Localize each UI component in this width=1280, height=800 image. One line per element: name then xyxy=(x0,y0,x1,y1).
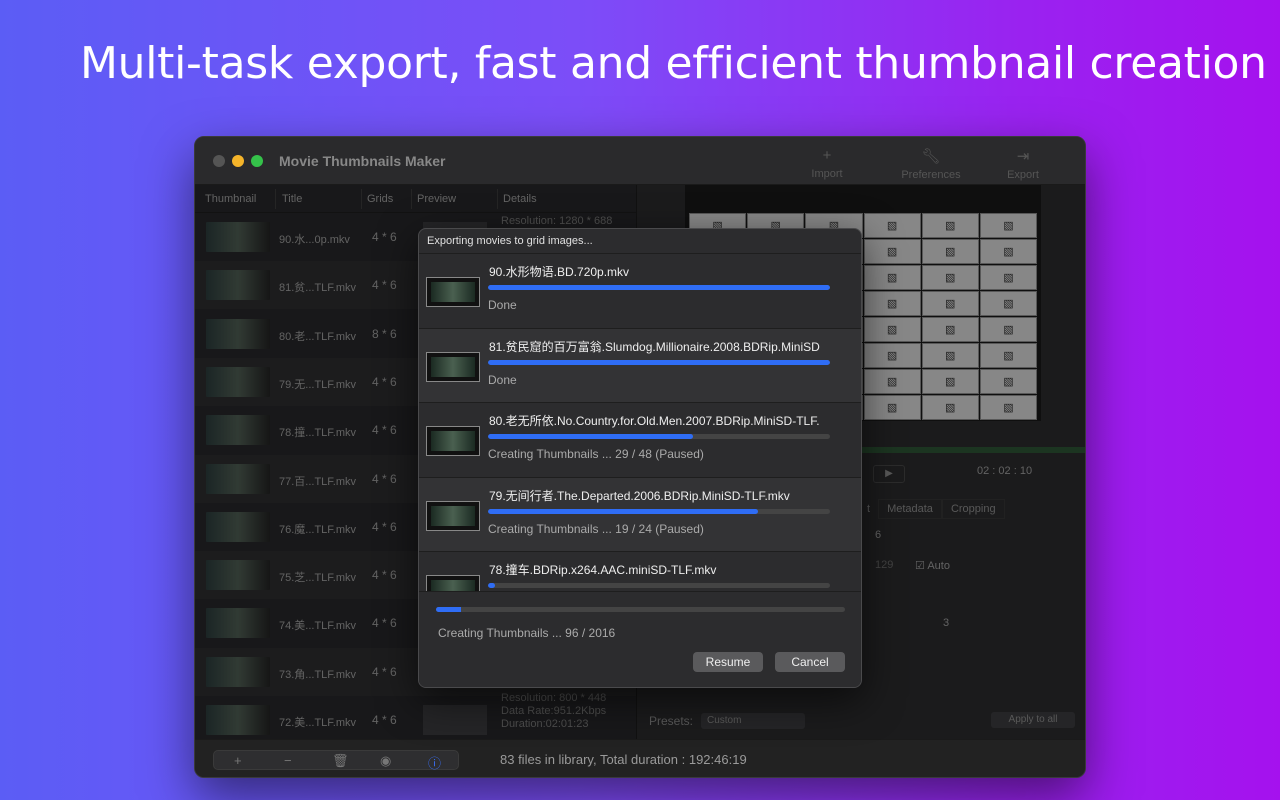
export-item: 90.水形物语.BD.720p.mkv Done xyxy=(419,253,861,327)
search-icon[interactable]: ◉ xyxy=(380,753,391,769)
item-name: 81.贫民窟的百万富翁.Slumdog.Millionaire.2008.BDR… xyxy=(489,339,820,354)
item-status: Creating Thumbnails ... 19 / 24 (Paused) xyxy=(488,521,704,536)
preferences-label: Preferences xyxy=(901,169,961,181)
item-thumbnail xyxy=(426,277,480,307)
item-name: 79.无间行者.The.Departed.2006.BDRip.MiniSD-T… xyxy=(489,488,790,503)
close-button[interactable] xyxy=(213,155,225,167)
import-label: Import xyxy=(811,168,843,180)
title-bar: Movie Thumbnails Maker + Import 🔧︎ Prefere… xyxy=(195,137,1085,185)
item-thumbnail xyxy=(426,351,480,382)
add-icon[interactable]: + xyxy=(234,753,242,768)
item-name: 80.老无所依.No.Country.for.Old.Men.2007.BDRi… xyxy=(489,414,820,428)
zoom-button[interactable] xyxy=(251,155,263,167)
overall-status: Creating Thumbnails ... 96 / 2016 xyxy=(438,626,616,640)
headline: Multi-task export, fast and efficient th… xyxy=(80,38,1267,89)
resume-button[interactable]: Resume xyxy=(693,652,763,672)
export-button[interactable]: ⇥ Export xyxy=(1001,147,1045,181)
item-progress-bar xyxy=(488,285,830,290)
item-status: Creating Thumbnails ... 29 / 48 (Paused) xyxy=(488,447,704,461)
window-title: Movie Thumbnails Maker xyxy=(279,153,446,169)
item-name: 78.撞车.BDRip.x264.AAC.miniSD-TLF.mkv xyxy=(489,563,717,577)
import-button[interactable]: + Import xyxy=(805,147,849,180)
export-icon: ⇥ xyxy=(1016,148,1030,165)
cancel-button[interactable]: Cancel xyxy=(775,652,845,672)
export-dialog: Exporting movies to grid images... 90.水形… xyxy=(418,228,862,688)
library-actions: + − 🗑︎ ◉ ⓘ xyxy=(213,750,459,772)
wrench-icon: 🔧︎ xyxy=(921,148,941,165)
remove-icon[interactable]: − xyxy=(284,753,292,768)
item-status: Done xyxy=(488,298,517,312)
item-progress-bar xyxy=(488,434,830,439)
info-icon[interactable]: ⓘ xyxy=(428,753,441,772)
export-label: Export xyxy=(1007,169,1039,181)
export-item: 79.无间行者.The.Departed.2006.BDRip.MiniSD-T… xyxy=(419,476,861,551)
item-progress-bar xyxy=(488,359,830,365)
overall-progress-bar xyxy=(436,607,845,612)
status-text: 83 files in library, Total duration : 19… xyxy=(500,752,747,767)
export-item: 81.贫民窟的百万富翁.Slumdog.Millionaire.2008.BDR… xyxy=(419,327,861,402)
minimize-button[interactable] xyxy=(232,155,244,167)
dialog-footer: Creating Thumbnails ... 96 / 2016 Resume… xyxy=(419,591,861,687)
dialog-title: Exporting movies to grid images... xyxy=(427,235,593,247)
export-item: 80.老无所依.No.Country.for.Old.Men.2007.BDRi… xyxy=(419,402,861,476)
trash-icon[interactable]: 🗑︎ xyxy=(332,753,349,769)
item-name: 90.水形物语.BD.720p.mkv xyxy=(489,265,630,279)
item-progress-bar xyxy=(488,583,830,588)
item-progress-bar xyxy=(488,508,830,514)
bottom-bar: + − 🗑︎ ◉ ⓘ 83 files in library, Total du… xyxy=(195,739,1085,777)
item-thumbnail xyxy=(426,500,480,531)
item-thumbnail xyxy=(426,426,480,456)
plus-icon: + xyxy=(822,147,832,164)
preferences-button[interactable]: 🔧︎ Preferences xyxy=(895,147,967,181)
item-status: Done xyxy=(488,372,517,387)
